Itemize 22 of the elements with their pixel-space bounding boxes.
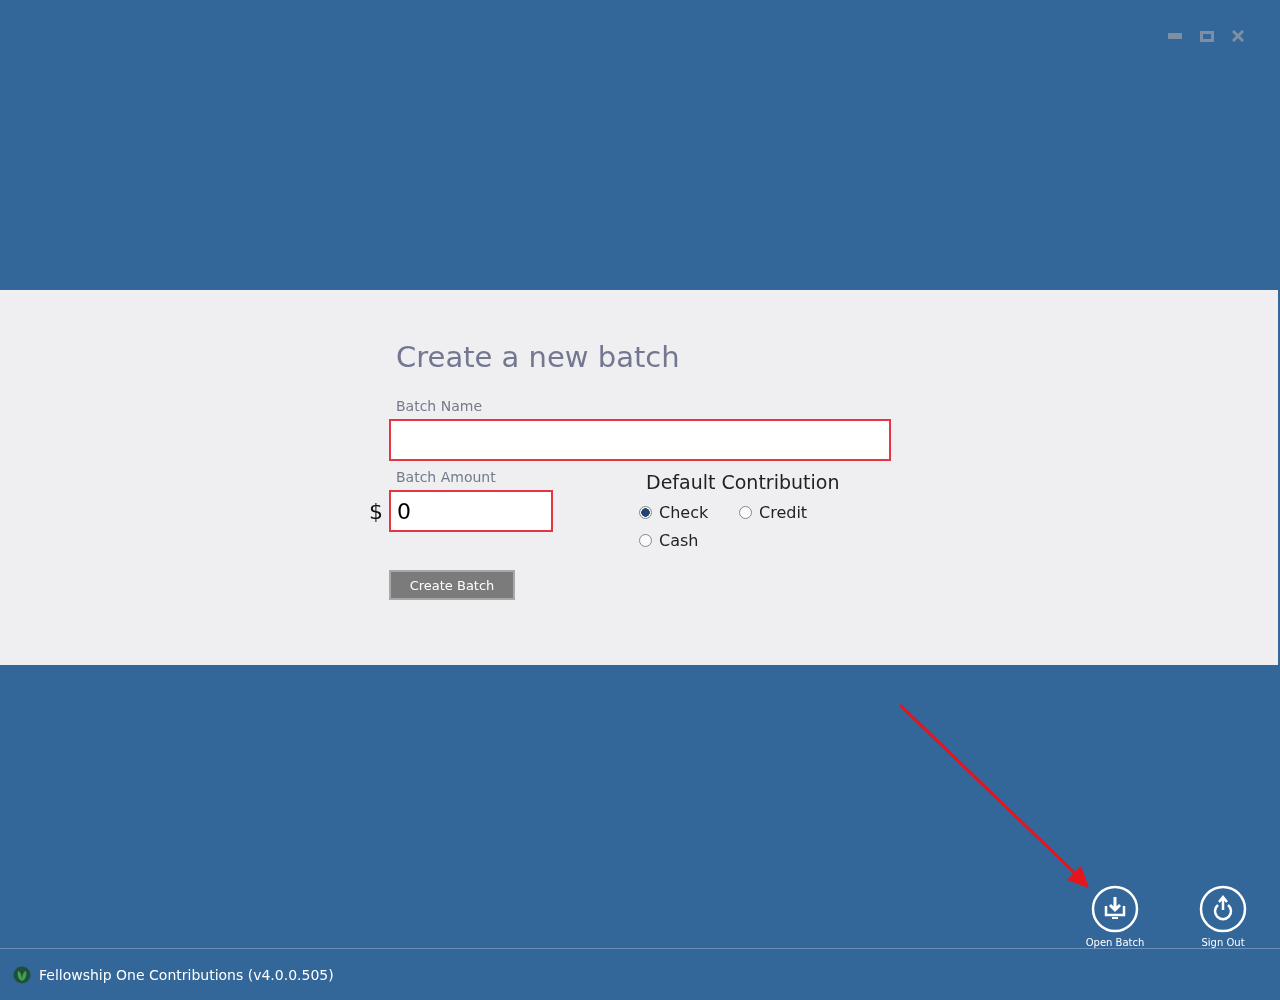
- action-label: Sign Out: [1201, 937, 1245, 948]
- action-button[interactable]: Open Batch: [1086, 885, 1144, 948]
- leaf-logo-icon: [13, 965, 31, 984]
- radio-option[interactable]: Check: [639, 503, 739, 522]
- field-label: Batch Amount: [396, 469, 497, 485]
- power-icon: [1199, 885, 1247, 933]
- close-icon[interactable]: [1232, 30, 1244, 42]
- batch-name-field[interactable]: [389, 419, 891, 461]
- action-label: Open Batch: [1085, 937, 1145, 948]
- form-title: Create a new batch: [396, 340, 681, 374]
- create-batch-button[interactable]: Create Batch: [389, 570, 515, 600]
- batch-amount-field[interactable]: 0: [389, 490, 553, 532]
- radio-option[interactable]: Credit: [739, 503, 839, 522]
- minimize-icon[interactable]: [1168, 33, 1182, 39]
- download-icon: [1091, 885, 1139, 933]
- radio-option[interactable]: Cash: [639, 531, 739, 550]
- status-text: Fellowship One Contributions (v4.0.0.505): [39, 966, 334, 983]
- currency-symbol: $: [369, 498, 384, 524]
- maximize-icon[interactable]: [1200, 30, 1214, 42]
- action-button[interactable]: Sign Out: [1194, 885, 1252, 948]
- group-label: Default Contribution: [646, 471, 840, 493]
- field-label: Batch Name: [396, 398, 483, 414]
